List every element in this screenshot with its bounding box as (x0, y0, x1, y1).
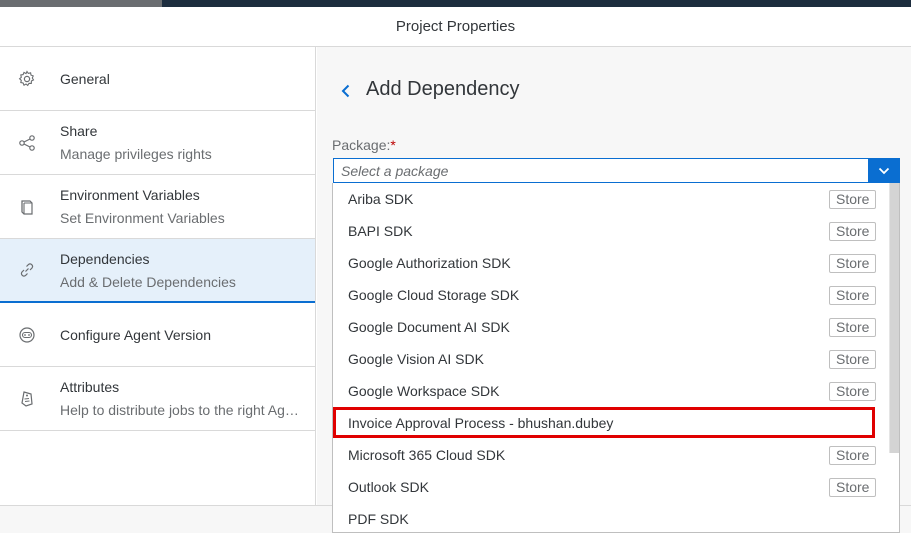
sidebar: General Share Manage privileges rights En… (0, 47, 316, 505)
package-dropdown-list: Ariba SDK Store BAPI SDK Store Google Auth… (332, 183, 900, 533)
required-indicator: * (390, 137, 396, 153)
scrollbar-thumb[interactable] (890, 183, 899, 453)
list-item[interactable]: Google Workspace SDK Store (333, 375, 899, 407)
list-item[interactable]: Google Vision AI SDK Store (333, 343, 899, 375)
sidebar-item-subtitle: Set Environment Variables (60, 210, 225, 226)
list-item[interactable]: Google Cloud Storage SDK Store (333, 279, 899, 311)
store-badge: Store (829, 446, 877, 465)
book-icon (17, 197, 37, 217)
dialog-title-text: Project Properties (395, 18, 516, 35)
sidebar-item-general[interactable]: General (0, 47, 315, 111)
option-label: BAPI SDK (348, 223, 413, 239)
option-label: Google Workspace SDK (348, 383, 500, 399)
option-label: Google Cloud Storage SDK (348, 287, 520, 303)
tag-icon (17, 389, 37, 409)
list-item[interactable]: BAPI SDK Store (333, 215, 899, 247)
store-badge: Store (829, 478, 877, 497)
package-label-text: Package: (332, 137, 391, 153)
package-select[interactable]: Select a package (333, 158, 900, 183)
chevron-down-icon (878, 167, 889, 174)
sidebar-item-environment-variables[interactable]: Environment Variables Set Environment Var… (0, 175, 315, 239)
top-shell-tab (0, 0, 162, 7)
store-badge: Store (829, 190, 877, 209)
list-item[interactable]: Google Authorization SDK Store (333, 247, 899, 279)
store-badge: Store (829, 254, 877, 273)
list-item[interactable]: Microsoft 365 Cloud SDK Store (333, 439, 899, 471)
list-item[interactable]: PDF SDK (333, 503, 899, 532)
sidebar-item-title: Environment Variables (60, 187, 200, 203)
sidebar-item-configure-agent-version[interactable]: Configure Agent Version (0, 303, 315, 367)
option-label: Google Vision AI SDK (348, 351, 484, 367)
dialog-title: Project Properties (0, 7, 911, 47)
store-badge: Store (829, 382, 877, 401)
option-label: Ariba SDK (348, 191, 414, 207)
list-item-invoice-approval-process[interactable]: Invoice Approval Process - bhushan.dubey (333, 407, 899, 439)
sidebar-item-subtitle: Manage privileges rights (60, 146, 212, 162)
top-shell-bar (0, 0, 911, 7)
option-label: Invoice Approval Process - bhushan.dubey (348, 415, 614, 431)
store-badge: Store (829, 286, 877, 305)
sidebar-item-share[interactable]: Share Manage privileges rights (0, 111, 315, 175)
sidebar-item-subtitle: Help to distribute jobs to the right Age… (60, 402, 300, 418)
option-label: PDF SDK (348, 511, 409, 527)
package-select-placeholder: Select a package (341, 162, 449, 179)
option-label: Google Document AI SDK (348, 319, 510, 335)
chevron-left-icon (341, 84, 350, 98)
sidebar-item-title: Attributes (60, 379, 120, 395)
list-item[interactable]: Ariba SDK Store (333, 183, 899, 215)
link-icon (17, 260, 37, 280)
robot-icon (17, 325, 37, 345)
sidebar-item-title: Share (60, 123, 98, 139)
sidebar-item-title: Configure Agent Version (60, 326, 211, 343)
store-badge: Store (829, 222, 877, 241)
back-button[interactable] (337, 82, 355, 100)
sidebar-item-dependencies[interactable]: Dependencies Add & Delete Dependencies (0, 239, 315, 303)
store-badge: Store (829, 318, 877, 337)
option-label: Outlook SDK (348, 479, 429, 495)
share-icon (17, 133, 37, 153)
dropdown-arrow-button[interactable] (868, 159, 899, 182)
dropdown-scrollbar[interactable] (889, 183, 899, 453)
sidebar-item-attributes[interactable]: Attributes Help to distribute jobs to the… (0, 367, 315, 431)
option-label: Microsoft 365 Cloud SDK (348, 447, 506, 463)
sidebar-item-subtitle: Add & Delete Dependencies (60, 273, 236, 290)
gear-icon (17, 69, 37, 89)
list-item[interactable]: Google Document AI SDK Store (333, 311, 899, 343)
sidebar-item-title: Dependencies (60, 250, 150, 267)
package-label: Package:* (332, 137, 396, 153)
page-title: Add Dependency (366, 78, 520, 100)
store-badge: Store (829, 350, 877, 369)
option-label: Google Authorization SDK (348, 255, 511, 271)
sidebar-item-title: General (60, 70, 110, 87)
list-item[interactable]: Outlook SDK Store (333, 471, 899, 503)
